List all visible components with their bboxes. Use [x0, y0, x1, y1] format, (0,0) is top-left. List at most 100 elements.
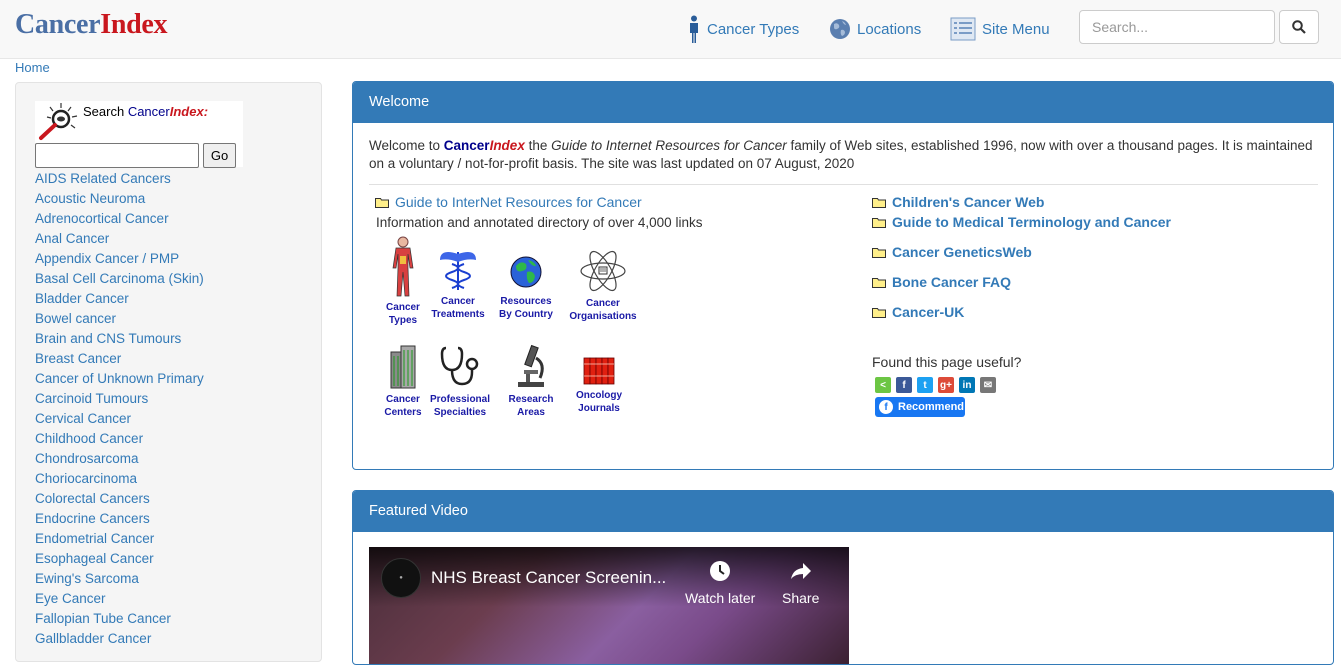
sidebar-cancer-link[interactable]: AIDS Related Cancers — [35, 169, 204, 189]
link-cancer-uk[interactable]: Cancer-UK — [872, 304, 964, 320]
video-title[interactable]: NHS Breast Cancer Screenin... — [431, 568, 666, 588]
globe-icon — [830, 19, 850, 39]
sidebar-cancer-link[interactable]: Colorectal Cancers — [35, 489, 204, 509]
link-label: Cancer GeneticsWeb — [892, 244, 1032, 260]
folder-icon — [872, 277, 886, 288]
sidebar-go-button[interactable]: Go — [203, 143, 236, 168]
sidebar-cancer-link[interactable]: Acoustic Neuroma — [35, 189, 204, 209]
caduceus-icon — [440, 252, 476, 290]
globe-icon — [510, 256, 542, 288]
search-label-prefix: Search — [83, 104, 128, 119]
stethoscope-icon — [440, 346, 479, 386]
found-useful-text: Found this page useful? — [872, 354, 1022, 370]
sidebar-cancer-link[interactable]: Eye Cancer — [35, 589, 204, 609]
logo-cancer-text: Cancer — [15, 9, 101, 40]
atom-icon — [580, 250, 626, 292]
googleplus-icon[interactable]: g+ — [938, 377, 954, 393]
sidebar-cancer-link[interactable]: Endocrine Cancers — [35, 509, 204, 529]
nav-cancer-types-label: Cancer Types — [707, 20, 800, 38]
link-childrens-cancer-web[interactable]: Children's Cancer Web — [872, 194, 1044, 210]
icon-caption-line2: Journals — [578, 403, 620, 414]
magnifier-icon — [39, 103, 78, 140]
channel-avatar[interactable]: ● — [381, 558, 421, 598]
search-button[interactable] — [1279, 10, 1319, 44]
link-cancer-geneticsweb[interactable]: Cancer GeneticsWeb — [872, 244, 1032, 260]
journals-icon — [583, 357, 615, 385]
featured-video-panel: Featured Video ● NHS Breast Cancer Scree… — [352, 490, 1334, 665]
facebook-icon: f — [879, 400, 893, 414]
sidebar-cancer-link[interactable]: Ewing's Sarcoma — [35, 569, 204, 589]
icon-link-oncology-journals[interactable]: Oncology Journals — [554, 356, 644, 415]
search-input[interactable] — [1079, 10, 1275, 44]
nav-site-menu[interactable]: Site Menu — [950, 14, 1050, 44]
video-player[interactable]: ● NHS Breast Cancer Screenin... Watch la… — [369, 547, 849, 664]
folder-icon — [375, 197, 389, 208]
sidebar-cancer-link[interactable]: Choriocarcinoma — [35, 469, 204, 489]
intro-index-link[interactable]: Index — [490, 138, 525, 153]
site-logo[interactable]: CancerIndex — [15, 9, 168, 41]
share-video-button[interactable]: Share — [782, 559, 819, 606]
twitter-icon[interactable]: t — [917, 377, 933, 393]
sidebar-cancer-link[interactable]: Brain and CNS Tumours — [35, 329, 204, 349]
share-label: Share — [782, 590, 820, 606]
search-label-cancer: Cancer — [127, 104, 170, 119]
link-label: Bone Cancer FAQ — [892, 274, 1012, 290]
sidebar-cancer-link[interactable]: Appendix Cancer / PMP — [35, 249, 204, 269]
recommend-label: Recommend — [898, 401, 965, 413]
nav-cancer-types[interactable]: Cancer Types — [687, 14, 799, 44]
icon-link-cancer-organisations[interactable]: Cancer Organisations — [558, 248, 648, 323]
watch-later-label: Watch later — [685, 590, 756, 606]
nav-site-menu-label: Site Menu — [982, 20, 1050, 38]
nav-locations-label: Locations — [857, 20, 922, 38]
share-buttons: < f t g+ in ✉ — [875, 377, 996, 393]
sidebar-search-input[interactable] — [35, 143, 199, 168]
guide-link[interactable]: Guide to InterNet Resources for Cancer — [375, 194, 642, 210]
magnifier-icon — [1292, 20, 1306, 34]
intro-cancer-link[interactable]: Cancer — [444, 138, 490, 153]
sidebar-cancer-link[interactable]: Carcinoid Tumours — [35, 389, 204, 409]
share-icon[interactable]: < — [875, 377, 891, 393]
sidebar-search-box: Search CancerIndex: Go — [35, 101, 243, 168]
breadcrumb-home[interactable]: Home — [15, 60, 50, 75]
guide-description: Information and annotated directory of o… — [376, 215, 703, 230]
guide-link-label: Guide to InterNet Resources for Cancer — [395, 194, 642, 210]
link-label: Children's Cancer Web — [892, 194, 1045, 210]
nav-locations[interactable]: Locations — [829, 14, 921, 44]
welcome-heading: Welcome — [353, 82, 1333, 123]
facebook-recommend-button[interactable]: f Recommend — [875, 397, 965, 417]
sidebar-cancer-link[interactable]: Bladder Cancer — [35, 289, 204, 309]
share-arrow-icon — [790, 563, 811, 579]
link-bone-cancer-faq[interactable]: Bone Cancer FAQ — [872, 274, 1011, 290]
sidebar-cancer-link[interactable]: Gallbladder Cancer — [35, 629, 204, 649]
icon-caption-line2: Organisations — [569, 311, 637, 322]
sidebar-cancer-link[interactable]: Anal Cancer — [35, 229, 204, 249]
link-label: Guide to Medical Terminology and Cancer — [892, 214, 1172, 230]
sidebar-cancer-link[interactable]: Chondrosarcoma — [35, 449, 204, 469]
sidebar-cancer-link[interactable]: Bowel cancer — [35, 309, 204, 329]
sidebar-cancer-link[interactable]: Endometrial Cancer — [35, 529, 204, 549]
sidebar-cancer-link[interactable]: Childhood Cancer — [35, 429, 204, 449]
sidebar-cancer-link[interactable]: Basal Cell Carcinoma (Skin) — [35, 269, 204, 289]
linkedin-icon[interactable]: in — [959, 377, 975, 393]
icon-caption-line1: Cancer — [586, 298, 620, 309]
sidebar-cancer-link[interactable]: Breast Cancer — [35, 349, 204, 369]
link-medical-terminology[interactable]: Guide to Medical Terminology and Cancer — [872, 214, 1171, 230]
folder-icon — [872, 307, 886, 318]
sidebar-cancer-link[interactable]: Fallopian Tube Cancer — [35, 609, 204, 629]
intro-prefix: Welcome to — [369, 138, 444, 153]
divider — [369, 184, 1318, 185]
featured-video-heading: Featured Video — [353, 491, 1333, 532]
welcome-panel: Welcome Welcome to CancerIndex the Guide… — [352, 81, 1334, 470]
sidebar-cancer-link[interactable]: Cervical Cancer — [35, 409, 204, 429]
search-label-index: Index: — [169, 104, 209, 119]
email-icon[interactable]: ✉ — [980, 377, 996, 393]
folder-icon — [872, 247, 886, 258]
logo-index-text: Index — [100, 9, 168, 40]
watch-later-button[interactable]: Watch later — [685, 559, 755, 606]
sidebar-cancer-link[interactable]: Adrenocortical Cancer — [35, 209, 204, 229]
facebook-icon[interactable]: f — [896, 377, 912, 393]
link-label: Cancer-UK — [892, 304, 965, 320]
sidebar-cancer-link[interactable]: Cancer of Unknown Primary — [35, 369, 204, 389]
folder-icon — [872, 217, 886, 228]
sidebar-cancer-link[interactable]: Esophageal Cancer — [35, 549, 204, 569]
